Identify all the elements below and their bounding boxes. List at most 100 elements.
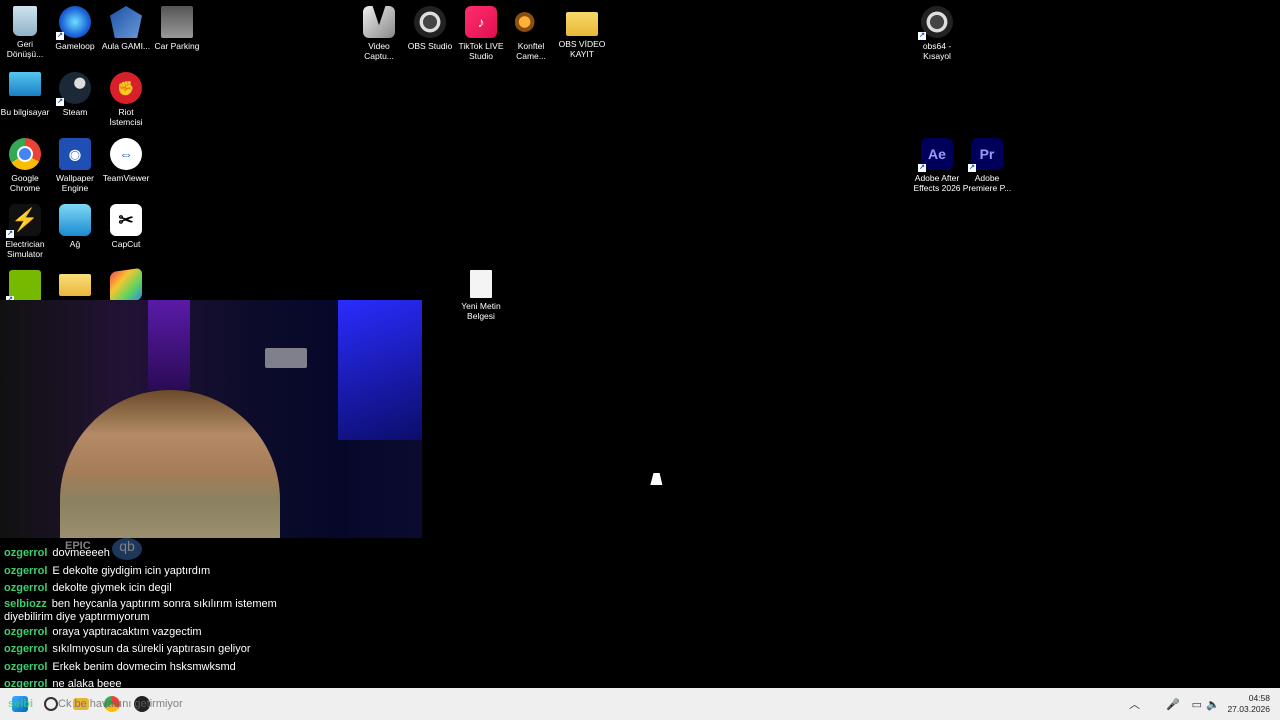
desktop-icon-label: Electrician Simulator — [5, 239, 45, 259]
desktop-icon-capcut[interactable]: ✂ CapCut — [101, 204, 151, 249]
desktop-icon-riot[interactable]: ✊ Riot İstemcisi — [101, 72, 151, 127]
desktop-icon-text-document[interactable]: Yeni Metin Belgesi — [456, 270, 506, 321]
desktop-icon-label: Konftel Came... — [516, 41, 546, 61]
chrome-icon — [9, 138, 41, 170]
recycle-bin-icon — [13, 6, 37, 36]
webcam-overlay — [0, 300, 422, 538]
chat-username: ozgerrol — [4, 643, 48, 655]
webcam-monitor — [265, 348, 307, 368]
chat-username: selbiozz — [4, 597, 47, 610]
chat-message: ozgerrol oraya yaptıracaktım vazgectim — [4, 624, 504, 642]
chat-username: ozgerrol — [4, 582, 48, 594]
desktop-icon-label: Steam — [62, 107, 88, 117]
desktop-icon-label: CapCut — [111, 239, 141, 249]
chat-username: ozgerrol — [4, 547, 48, 559]
folder-icon — [59, 274, 91, 296]
desktop-icon-video-capture[interactable]: Video Captu... — [354, 6, 404, 61]
computer-icon — [9, 72, 41, 96]
obs-icon — [414, 6, 446, 38]
desktop-icon-label: Riot İstemcisi — [109, 107, 143, 127]
network-tray-icon[interactable]: ▭ — [1192, 688, 1202, 720]
desktop-icon-car-parking[interactable]: Car Parking — [152, 6, 202, 51]
tray-chevron-icon[interactable]: ︿ — [1129, 688, 1140, 720]
desktop-icon-bluestacks[interactable] — [101, 267, 151, 305]
premiere-icon: Pr ↗ — [968, 138, 1003, 172]
chat-text: oraya yaptıracaktım vazgectim — [52, 625, 202, 638]
desktop-icon-label: Adobe Premiere P... — [962, 173, 1012, 193]
chat-message: ozgerrol sıkılmıyosun da sürekli yaptıras… — [4, 641, 504, 659]
desktop-icon-label: Adobe After Effects 2026 — [913, 173, 961, 193]
electrician-icon: ⚡ ↗ — [6, 204, 41, 238]
desktop-icon-wallpaper-engine[interactable]: ◉ Wallpaper Engine — [50, 138, 100, 193]
chat-username: ozgerrol — [4, 660, 48, 673]
desktop-icon-konftel[interactable]: Konftel Came... — [506, 6, 556, 61]
desktop-icon-teamviewer[interactable]: ⇔ TeamViewer — [101, 138, 151, 183]
chat-overlay: ozgerrol dovmeeeeh ozgerrol E dekolte giydi… — [4, 545, 504, 694]
konftel-icon — [515, 6, 547, 38]
desktop-icon-label: Video Captu... — [364, 41, 394, 61]
microphone-icon[interactable]: 🎤 — [1166, 688, 1180, 720]
desktop-icon-folder[interactable] — [50, 270, 100, 296]
desktop-icon-chrome[interactable]: Google Chrome — [0, 138, 50, 193]
desktop-icon-obs-studio[interactable]: OBS Studio — [405, 6, 455, 51]
folder-icon — [566, 12, 598, 36]
search-icon[interactable] — [44, 697, 58, 711]
desktop-icon-electrician-simulator[interactable]: ⚡ ↗ Electrician Simulator — [0, 204, 50, 259]
clock[interactable]: 04:58 27.03.2026 — [1227, 693, 1270, 715]
chat-text: dovmeeeeh — [52, 547, 110, 559]
desktop-icon-recycle-bin[interactable]: Geri Dönüşü... — [0, 6, 50, 59]
desktop-icon-label: OBS VİDEO KAYIT — [558, 39, 606, 59]
volume-icon[interactable]: 🔈 — [1206, 688, 1220, 720]
chat-message: ozgerrol dekolte giymek icin degil — [4, 580, 504, 598]
wallpaper-engine-icon: ◉ — [59, 138, 91, 170]
desktop-icon-obs-video-kayit[interactable]: OBS VİDEO KAYIT — [557, 6, 607, 59]
aula-gaming-icon — [110, 6, 142, 38]
chat-message: selbiozz ben heycanla yaptırım sonra sıkı… — [4, 598, 304, 624]
desktop-icon-nvidia[interactable]: ↗ — [0, 270, 50, 304]
desktop-icon-label: Wallpaper Engine — [56, 173, 94, 193]
desktop-icon-label: OBS Studio — [407, 41, 453, 51]
desktop-icon-obs64[interactable]: ↗ obs64 - Kısayol — [912, 6, 962, 61]
desktop-icon-after-effects[interactable]: Ae ↗ Adobe After Effects 2026 — [912, 138, 962, 193]
desktop-icon-premiere[interactable]: Pr ↗ Adobe Premiere P... — [962, 138, 1012, 193]
desktop-icon-label: Ağ — [69, 239, 81, 249]
desktop-icon-tiktok-live[interactable]: ♪ TikTok LIVE Studio — [456, 6, 506, 61]
webcam-purple-light — [148, 300, 190, 390]
chat-text: Erkek benim dovmecim hsksmwksmd — [52, 660, 236, 673]
desktop-icon-label: Geri Dönüşü... — [6, 39, 44, 59]
webcam-person — [60, 390, 280, 538]
chat-message: ozgerrol E dekolte giydigim icin yaptırdı… — [4, 563, 504, 581]
chat-username: ozgerrol — [4, 564, 48, 577]
desktop-icon-label: Gameloop — [55, 41, 95, 51]
chat-username: ozgerrol — [4, 625, 48, 638]
gameloop-icon: ↗ — [56, 6, 91, 40]
clock-date: 27.03.2026 — [1227, 704, 1270, 714]
nvidia-icon: ↗ — [6, 270, 41, 304]
steam-icon: ↗ — [56, 72, 91, 106]
desktop-icon-label: TeamViewer — [102, 173, 150, 183]
desktop-icon-steam[interactable]: ↗ Steam — [50, 72, 100, 117]
chat-overlay-text: Ck be havasını getirmiyor — [58, 698, 183, 710]
desktop-icon-label: Car Parking — [154, 41, 200, 51]
taskbar: selbi Ck be havasını getirmiyor ︿ 🎤 ▭ 🔈 … — [0, 688, 1280, 720]
desktop-icon-gameloop[interactable]: ↗ Gameloop — [50, 6, 100, 51]
desktop-icon-label: Yeni Metin Belgesi — [461, 301, 501, 321]
chat-text: sıkılmıyosun da sürekli yaptırasın geliy… — [52, 643, 251, 655]
premiere-glyph: Pr — [979, 146, 995, 162]
desktop-icon-this-pc[interactable]: Bu bilgisayar — [0, 72, 50, 117]
desktop-icon-aula[interactable]: Aula GAMI... — [101, 6, 151, 51]
mouse-cursor — [650, 473, 666, 485]
chat-overlay-user: selbi — [8, 698, 34, 710]
desktop-icon-label: Bu bilgisayar — [0, 107, 50, 117]
desktop-icon-network[interactable]: Ağ — [50, 204, 100, 249]
desktop-icon-label: obs64 - Kısayol — [922, 41, 952, 61]
chat-message: ozgerrol Erkek benim dovmecim hsksmwksmd — [4, 659, 504, 677]
tiktok-icon: ♪ — [465, 6, 497, 38]
bluestacks-icon — [110, 267, 142, 305]
chat-message: ozgerrol dovmeeeeh — [4, 545, 504, 563]
riot-icon: ✊ — [110, 72, 142, 104]
after-effects-icon: Ae ↗ — [918, 138, 953, 172]
text-file-icon — [470, 270, 492, 298]
capcut-icon: ✂ — [110, 204, 142, 236]
video-capture-icon — [363, 6, 395, 38]
